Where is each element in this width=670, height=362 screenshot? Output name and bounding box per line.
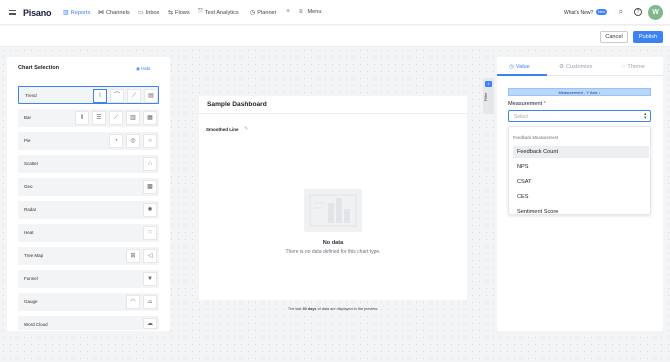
option-nps[interactable]: NPS	[513, 161, 649, 173]
measurement-axis-bar[interactable]: Measurement - Y Axis ↓	[508, 88, 651, 96]
option-sentiment-score[interactable]: Sentiment Score	[513, 206, 649, 214]
chart-selection-panel: Chart Selection ◉ Hide Trend ⌇ ⌒ ⟋ ▤ Bar…	[7, 57, 170, 331]
nav-text-analytics[interactable]: ⤧ Text Analytics	[198, 9, 239, 16]
nav-planner[interactable]: ◷ Planner	[250, 9, 277, 17]
arrow-down-icon: ↓	[598, 90, 601, 95]
semicircle-gauge-icon[interactable]: ◠	[126, 295, 140, 309]
chart-type-heat[interactable]: Heat ⁙	[18, 224, 159, 242]
cancel-button[interactable]: Cancel	[600, 31, 628, 43]
reports-icon: ▥	[63, 10, 69, 16]
nav-channels[interactable]: ⋈ Channels	[98, 9, 130, 17]
ring-icon[interactable]: ○	[143, 134, 157, 148]
tab-theme[interactable]: ◌ Theme	[622, 64, 645, 70]
measurement-dropdown: Feedback Measurement Feedback Count NPS …	[508, 126, 651, 215]
logo[interactable]: Pisano	[23, 8, 52, 18]
avatar[interactable]: W	[648, 5, 663, 20]
nav-menu[interactable]: ≡ Menu	[299, 9, 322, 15]
chart-type-gauge[interactable]: Gauge ◠ ⌓	[18, 293, 159, 311]
bar-line-icon[interactable]: ⟋	[109, 111, 123, 125]
chart-type-radar[interactable]: Radar ✺	[18, 201, 159, 219]
hide-toggle[interactable]: ◉ Hide	[136, 66, 150, 72]
active-tab-indicator	[497, 74, 547, 76]
no-data-title: No data	[322, 240, 344, 246]
top-nav: Pisano ▥ Reports ⋈ Channels ▭ Inbox ⇆ Flows …	[0, 0, 670, 25]
nav-flows[interactable]: ⇆ Flows	[168, 9, 190, 17]
new-badge: New	[596, 9, 607, 15]
measurement-select[interactable]: Select ▴ ▾	[508, 110, 651, 122]
chart-type-trend[interactable]: Trend ⌇ ⌒ ⟋ ▤	[18, 86, 159, 104]
publish-button[interactable]: Publish	[633, 31, 663, 43]
dropdown-group-header: Feedback Measurement	[513, 135, 559, 140]
treemap-icon[interactable]: ⊞	[126, 249, 140, 263]
flows-icon: ⇆	[168, 10, 174, 16]
line-chart-icon[interactable]: ⟋	[127, 89, 141, 103]
option-csat[interactable]: CSAT	[513, 176, 649, 188]
empty-chart-icon	[309, 194, 357, 227]
menu-icon: ≡	[299, 9, 303, 15]
preview-footnote: The last 30 days of data are displayed i…	[287, 307, 379, 311]
empty-chart-illustration	[304, 189, 362, 232]
hamburger-icon[interactable]	[9, 10, 16, 15]
chart-type-geo[interactable]: Geo ▩	[18, 178, 159, 196]
panel-title: Chart Selection	[18, 65, 60, 71]
option-feedback-count[interactable]: Feedback Count	[513, 146, 649, 158]
scatter-icon[interactable]: ∴	[143, 157, 157, 171]
sunburst-icon[interactable]: ◁	[143, 249, 157, 263]
heatmap-icon[interactable]: ⁙	[143, 226, 157, 240]
gauge-icon[interactable]: ⌓	[143, 295, 157, 309]
tab-customize[interactable]: ⚙ Customize	[559, 64, 592, 70]
filter-label[interactable]: Filter	[484, 93, 488, 101]
inbox-icon: ▭	[138, 10, 144, 16]
pie-icon[interactable]: ◔	[109, 134, 123, 148]
stacked-bar-icon[interactable]: ⫴	[75, 111, 89, 125]
channels-icon: ⋈	[98, 10, 104, 16]
measurement-label: Measurement *	[508, 101, 546, 107]
action-bar	[0, 26, 670, 47]
theme-icon: ◌	[622, 64, 626, 70]
smoothed-line-icon[interactable]: ⌇	[93, 89, 107, 103]
chart-type-funnel[interactable]: Funnel ▼	[18, 270, 159, 288]
text-analytics-icon: ⤧	[198, 9, 203, 15]
search-icon[interactable]: ⌕	[617, 8, 625, 16]
option-ces[interactable]: CES	[513, 191, 649, 203]
radar-icon[interactable]: ✺	[143, 203, 157, 217]
planner-icon: ◷	[250, 10, 256, 16]
chart-type-word-cloud[interactable]: Word Cloud ☁	[18, 316, 159, 330]
chart-type-scatter[interactable]: Scatter ∴	[18, 155, 159, 173]
chart-type-pie[interactable]: Pie ◔ ◎ ○	[18, 132, 159, 150]
chart-name[interactable]: Smoothed Line	[206, 127, 239, 132]
grouped-bar-icon[interactable]: ▥	[126, 111, 140, 125]
eye-icon: ◉	[136, 66, 140, 71]
donut-icon[interactable]: ◎	[126, 134, 140, 148]
horizontal-bar-icon[interactable]: ☰	[92, 111, 106, 125]
funnel-icon[interactable]: ▼	[143, 272, 157, 286]
map-icon[interactable]: ▩	[143, 180, 157, 194]
column-bar-icon[interactable]: ▦	[143, 111, 157, 125]
nav-inbox[interactable]: ▭ Inbox	[138, 9, 159, 17]
dashboard-title: Sample Dashboard	[207, 101, 267, 108]
help-icon[interactable]: ?	[634, 8, 642, 16]
area-line-icon[interactable]: ⌒	[110, 89, 124, 103]
settings-icon: ⚙	[559, 64, 565, 70]
word-cloud-icon[interactable]: ☁	[143, 318, 157, 329]
chart-type-tree-map[interactable]: Tree Map ⊞ ◁	[18, 247, 159, 265]
area-chart-icon[interactable]: ▤	[144, 89, 158, 103]
nav-reports[interactable]: ▥ Reports	[63, 9, 90, 17]
no-data-description: There is no data defined for this chart …	[285, 249, 381, 255]
whats-new-link[interactable]: What's New?	[564, 10, 593, 16]
select-arrows-icon: ▴ ▾	[644, 111, 647, 121]
chart-type-bar[interactable]: Bar ⫴ ☰ ⟋ ▥ ▦	[18, 109, 159, 127]
filter-count-badge: 1	[485, 81, 492, 87]
clock-icon: ◷	[509, 64, 514, 70]
tab-value[interactable]: ◷ Value	[509, 64, 530, 70]
add-icon[interactable]: +	[286, 8, 290, 15]
edit-icon[interactable]: ✎	[244, 126, 248, 132]
